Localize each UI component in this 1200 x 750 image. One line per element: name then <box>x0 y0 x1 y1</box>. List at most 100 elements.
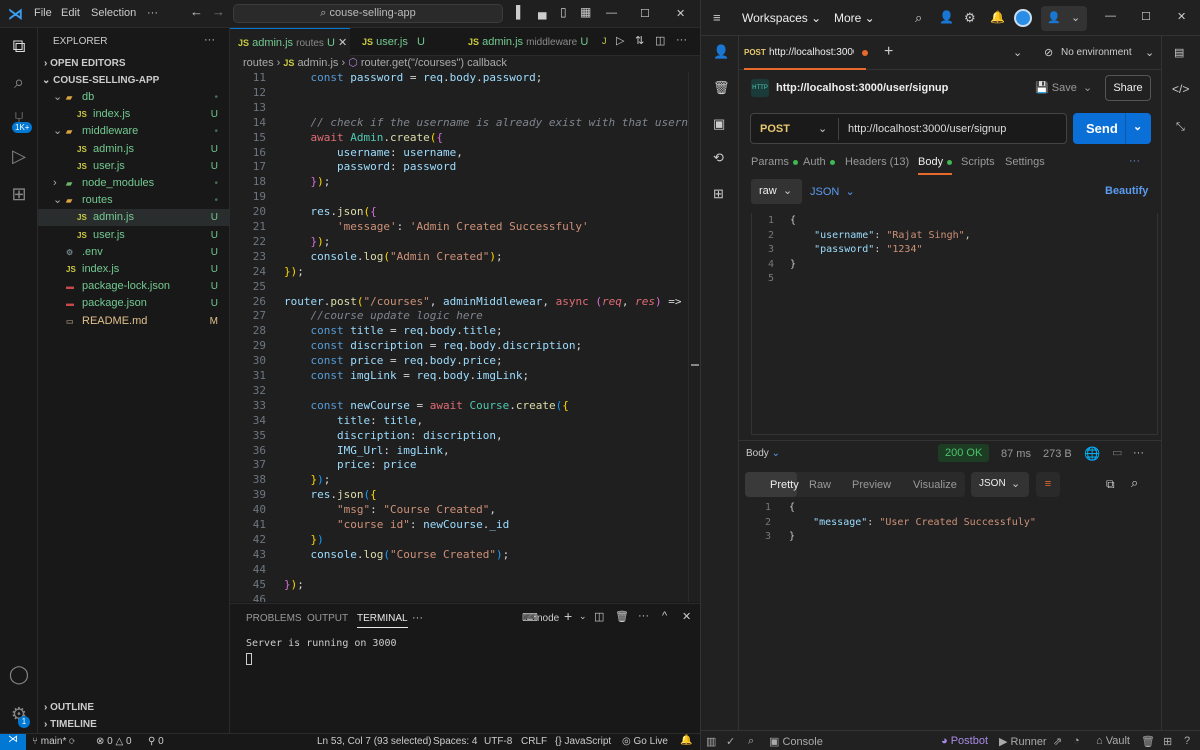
kill-terminal-icon[interactable]: 🗑 <box>615 610 629 623</box>
search-icon[interactable]: ⌕ <box>1131 475 1138 491</box>
request-tab-body[interactable]: Body <box>918 156 953 175</box>
layout-icon[interactable]: ⊞ <box>1163 735 1172 748</box>
tab-admin-middleware[interactable]: JS admin.js middleware U <box>460 28 590 56</box>
network-globe-icon[interactable]: 🌐 <box>1084 446 1100 462</box>
branch-status[interactable]: ⑂ main* ⟳ <box>32 736 75 747</box>
editor-scrollbar[interactable] <box>688 72 700 602</box>
project-section[interactable]: ⌄ COUSE-SELLING-APP <box>38 72 230 89</box>
request-tab-scripts[interactable]: Scripts <box>961 156 995 168</box>
compare-icon[interactable]: ⇅ <box>635 34 644 47</box>
runner-button[interactable]: ▶ Runner <box>999 735 1047 748</box>
close-icon[interactable]: ✕ <box>676 7 685 20</box>
breadcrumb-file[interactable]: admin.js <box>297 57 338 69</box>
back-icon[interactable]: ← <box>190 4 203 19</box>
tree-item[interactable]: ▭ README.md M <box>38 313 230 330</box>
tree-item[interactable]: ⌄ ▰ routes • <box>38 192 230 209</box>
menu-edit[interactable]: Edit <box>61 7 80 19</box>
account-icon[interactable]: ◯ <box>8 664 30 686</box>
panel-more-icon[interactable]: ··· <box>638 610 649 622</box>
language-mode[interactable]: {} JavaScript <box>555 736 611 747</box>
tree-item[interactable]: JS admin.js U <box>38 141 230 158</box>
explorer-icon[interactable]: ⧉ <box>8 36 30 58</box>
avatar[interactable] <box>1014 9 1032 27</box>
maximize-icon[interactable]: ☐ <box>640 7 650 20</box>
menu-selection[interactable]: Selection <box>91 7 136 19</box>
history-icon[interactable]: ⟲ <box>713 150 724 166</box>
layout-icon[interactable]: ▦ <box>580 5 591 19</box>
send-button[interactable]: Send ⌄ <box>1073 113 1151 144</box>
apps-icon[interactable]: ⊞ <box>713 186 724 202</box>
run-icon[interactable]: ▷ <box>616 34 624 47</box>
trash-icon[interactable]: 🗑 <box>713 80 730 96</box>
request-tab-headers[interactable]: Headers (13) <box>845 156 909 168</box>
breadcrumb-symbol[interactable]: router.get("/courses") callback <box>361 57 507 69</box>
tabs-dropdown-icon[interactable]: ⌄ <box>1013 46 1022 59</box>
extensions-icon[interactable]: ⊞ <box>8 184 30 206</box>
environment-dropdown-icon[interactable]: ⌄ <box>1145 46 1154 59</box>
command-center[interactable]: ⌕ couse-selling-app <box>233 4 503 23</box>
split-terminal-icon[interactable]: ◫ <box>594 610 604 623</box>
tree-item[interactable]: › ▰ node_modules • <box>38 175 230 192</box>
tree-item[interactable]: JS index.js U <box>38 261 230 278</box>
cookies-icon[interactable]: ◔ <box>1073 735 1080 747</box>
menu-file[interactable]: File <box>34 7 52 19</box>
invite-icon[interactable]: 👤 <box>939 10 954 24</box>
body-mode-select[interactable]: raw ⌄ <box>751 179 802 204</box>
beautify-button[interactable]: Beautify <box>1105 185 1148 197</box>
status-badge[interactable]: 200 OK <box>938 444 990 462</box>
method-select[interactable]: POST <box>760 123 790 135</box>
find-icon[interactable]: ⌕ <box>748 735 754 748</box>
new-tab-icon[interactable]: + <box>884 43 893 61</box>
toggle-panel-icon[interactable]: ▄ <box>538 5 547 19</box>
settings-icon[interactable]: ⚙ <box>964 10 976 26</box>
indentation[interactable]: Spaces: 4 <box>433 736 477 747</box>
open-editors-section[interactable]: › OPEN EDITORS <box>38 55 230 72</box>
tree-item[interactable]: ⚙ .env U <box>38 244 230 261</box>
help-icon[interactable]: ? <box>1184 735 1190 747</box>
ports-status[interactable]: ⚲ 0 <box>148 736 164 747</box>
docs-icon[interactable]: ▤ <box>1174 46 1184 59</box>
menu-icon[interactable]: ≡ <box>713 10 721 25</box>
go-live-button[interactable]: ◎ Go Live <box>622 736 668 747</box>
user-icon[interactable]: 👤 <box>713 44 729 60</box>
explorer-more-icon[interactable]: ··· <box>204 34 215 46</box>
url-input[interactable]: http://localhost:3000/user/signup <box>848 123 1006 135</box>
workspaces-menu[interactable]: Workspaces ⌄ <box>742 11 821 25</box>
close-icon[interactable]: ✕ <box>1177 10 1186 23</box>
tree-item[interactable]: JS user.js U <box>38 227 230 244</box>
toggle-secondary-icon[interactable]: ▯ <box>560 5 567 19</box>
response-tab-raw[interactable]: Raw <box>809 479 831 491</box>
line-ending[interactable]: CRLF <box>521 736 547 747</box>
request-tab[interactable]: POST http://localhost:3000/u <box>744 36 868 70</box>
new-terminal-icon[interactable]: + <box>564 608 572 624</box>
response-tab-preview[interactable]: Preview <box>852 479 891 491</box>
breadcrumb-folder[interactable]: routes <box>243 57 274 69</box>
minimize-icon[interactable]: — <box>606 7 617 19</box>
response-body-select[interactable]: Body ⌄ <box>746 448 780 459</box>
run-debug-icon[interactable]: ▷ <box>8 146 30 168</box>
save-button[interactable]: 💾 Save ⌄ <box>1035 81 1092 94</box>
proxy-icon[interactable]: ⇗ <box>1053 735 1062 748</box>
tab-problems[interactable]: PROBLEMS <box>246 613 302 624</box>
save-example-icon[interactable]: ▭ <box>1112 446 1122 459</box>
tree-item[interactable]: ⌄ ▰ db • <box>38 89 230 106</box>
panel-more-icon[interactable]: ··· <box>412 612 423 624</box>
tab-output[interactable]: OUTPUT <box>307 613 348 624</box>
more-menu[interactable]: More ⌄ <box>834 11 875 25</box>
collapse-icon[interactable]: ⤡ <box>1176 121 1185 134</box>
menu-more[interactable]: ··· <box>147 7 158 19</box>
response-more-icon[interactable]: ··· <box>1133 447 1144 459</box>
tab-admin-routes[interactable]: JS admin.js routes U ✕ <box>230 28 350 56</box>
remote-icon[interactable]: ⋊ <box>0 734 26 750</box>
send-dropdown-icon[interactable]: ⌄ <box>1133 120 1142 133</box>
more-options-icon[interactable]: ··· <box>1129 155 1140 167</box>
terminal-dropdown-icon[interactable]: ⌄ <box>579 611 587 622</box>
trash-icon[interactable]: 🗑 <box>1141 735 1155 748</box>
minimize-icon[interactable]: — <box>1105 10 1116 22</box>
tree-item[interactable]: JS index.js U <box>38 106 230 123</box>
environment-select[interactable]: No environment <box>1061 47 1132 58</box>
search-icon[interactable]: ⌕ <box>8 72 30 94</box>
outline-section[interactable]: › OUTLINE <box>38 699 230 716</box>
postbot-button[interactable]: ◕ Postbot <box>941 735 988 747</box>
tab-terminal[interactable]: TERMINAL <box>357 613 408 628</box>
